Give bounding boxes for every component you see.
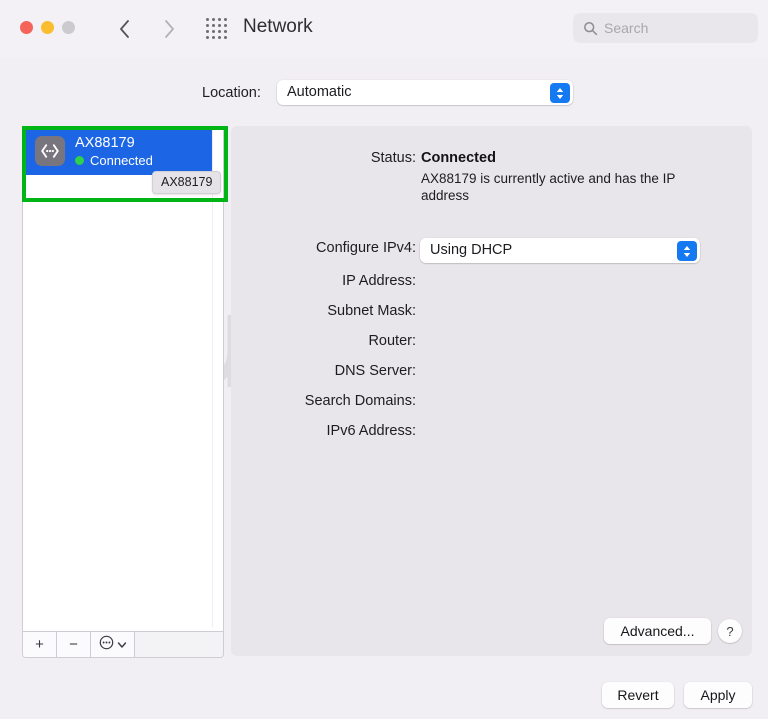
chevron-down-icon bbox=[117, 636, 127, 653]
search-icon bbox=[583, 21, 598, 36]
search-domains-row: Search Domains: bbox=[231, 393, 752, 413]
sidebar-toolbar-filler bbox=[135, 632, 223, 657]
location-value: Automatic bbox=[287, 84, 352, 100]
plus-icon: + bbox=[35, 636, 44, 653]
network-services-sidebar[interactable]: AX88179 Connected + − bbox=[22, 126, 224, 658]
status-description: AX88179 is currently active and has the … bbox=[421, 171, 676, 203]
dns-server-label: DNS Server: bbox=[334, 363, 416, 379]
dns-server-row: DNS Server: bbox=[231, 363, 752, 383]
window-toolbar: Network Search bbox=[0, 0, 768, 57]
service-tooltip: AX88179 bbox=[152, 171, 222, 194]
chevron-updown-icon[interactable] bbox=[677, 240, 697, 261]
help-button[interactable]: ? bbox=[718, 619, 742, 643]
sidebar-scrollbar[interactable] bbox=[212, 127, 223, 627]
sidebar-item-status: Connected bbox=[75, 153, 153, 168]
chevron-right-icon[interactable] bbox=[157, 16, 181, 42]
search-domains-label: Search Domains: bbox=[304, 393, 416, 409]
sidebar-bottom-toolbar: + − bbox=[23, 631, 223, 657]
ip-address-label: IP Address: bbox=[342, 273, 416, 289]
close-button[interactable] bbox=[20, 21, 33, 34]
subnet-mask-label: Subnet Mask: bbox=[327, 303, 416, 319]
action-menu-button[interactable] bbox=[91, 632, 135, 657]
ellipsis-circle-icon bbox=[99, 635, 114, 654]
remove-service-button[interactable]: − bbox=[57, 632, 91, 657]
grid-icon[interactable] bbox=[205, 18, 229, 40]
add-service-button[interactable]: + bbox=[23, 632, 57, 657]
ip-address-row: IP Address: bbox=[231, 273, 752, 293]
sidebar-item-text: AX88179 Connected bbox=[75, 135, 153, 168]
minus-icon: − bbox=[69, 636, 78, 653]
page-title: Network bbox=[243, 16, 313, 37]
ethernet-adapter-icon bbox=[35, 136, 65, 166]
configure-ipv4-label: Configure IPv4: bbox=[316, 240, 416, 256]
status-dot-icon bbox=[75, 155, 84, 165]
search-input[interactable]: Search bbox=[573, 13, 758, 43]
advanced-button[interactable]: Advanced... bbox=[604, 618, 711, 644]
ipv6-address-row: IPv6 Address: bbox=[231, 423, 752, 443]
search-placeholder: Search bbox=[604, 20, 649, 36]
network-services-list: AX88179 Connected bbox=[23, 127, 223, 627]
status-label: Status: bbox=[370, 150, 416, 166]
traffic-light-buttons bbox=[20, 21, 75, 34]
configure-ipv4-popup-button[interactable]: Using DHCP bbox=[420, 238, 700, 263]
chevron-updown-icon[interactable] bbox=[550, 82, 570, 103]
zoom-button bbox=[62, 21, 75, 34]
configure-ipv4-value: Using DHCP bbox=[430, 242, 513, 258]
apply-button[interactable]: Apply bbox=[684, 682, 752, 708]
location-label: Location: bbox=[202, 85, 261, 101]
ipv6-address-label: IPv6 Address: bbox=[326, 423, 416, 439]
router-label: Router: bbox=[368, 333, 416, 349]
revert-button[interactable]: Revert bbox=[602, 682, 674, 708]
chevron-left-icon[interactable] bbox=[113, 16, 137, 42]
minimize-button[interactable] bbox=[41, 21, 54, 34]
location-row: Location: Automatic bbox=[0, 80, 768, 110]
sidebar-item-ax88179[interactable]: AX88179 Connected bbox=[23, 127, 213, 175]
sidebar-item-label: AX88179 bbox=[75, 134, 135, 151]
subnet-mask-row: Subnet Mask: bbox=[231, 303, 752, 323]
status-badge: Connected bbox=[421, 150, 496, 166]
router-row: Router: bbox=[231, 333, 752, 353]
service-detail-panel: Status: Connected AX88179 is currently a… bbox=[231, 126, 752, 656]
sidebar-item-status-label: Connected bbox=[90, 152, 153, 168]
status-row: Status: Connected bbox=[231, 150, 752, 170]
location-popup-button[interactable]: Automatic bbox=[277, 80, 573, 105]
